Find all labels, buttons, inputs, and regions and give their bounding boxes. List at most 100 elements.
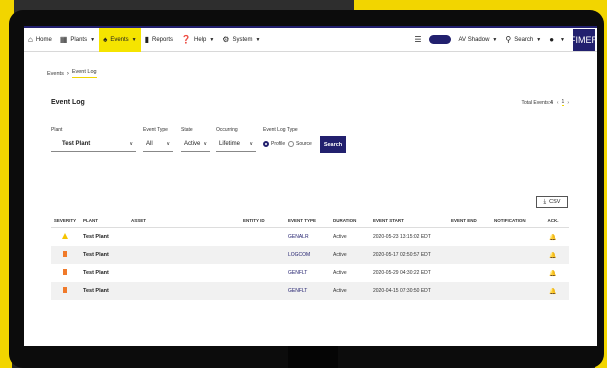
chevron-down-icon: ∨ bbox=[129, 141, 133, 147]
user-shadow-dropdown[interactable]: AV Shadow ▼ bbox=[455, 28, 502, 52]
current-page[interactable]: 1 bbox=[561, 99, 565, 106]
table-row[interactable]: Test Plant GENFLT Active 2020-05-29 04:30:2… bbox=[51, 264, 569, 282]
warning-icon bbox=[62, 233, 68, 239]
column-header[interactable]: NOTIFICATION bbox=[490, 218, 537, 223]
total-events-label: Total Events: bbox=[521, 99, 551, 106]
radio-source-label: Source bbox=[296, 141, 312, 147]
download-icon: ⤓ bbox=[543, 198, 547, 205]
menu-icon[interactable]: ☰ bbox=[410, 28, 428, 52]
chevron-down-icon: ∨ bbox=[249, 141, 253, 147]
monitor-stand bbox=[288, 346, 338, 368]
bell-icon[interactable]: 🔔 bbox=[549, 289, 556, 295]
nav-item-home[interactable]: ⌂ Home bbox=[24, 28, 56, 52]
cell-event-type[interactable]: GENALR bbox=[284, 234, 329, 240]
fault-icon bbox=[63, 269, 67, 275]
cell-plant: Test Plant bbox=[83, 288, 109, 294]
column-header[interactable]: ACK. bbox=[537, 218, 569, 223]
ack-cell[interactable]: 🔔 bbox=[537, 270, 569, 277]
column-header[interactable]: ASSET bbox=[127, 218, 239, 223]
cell-event-start: 2020-05-23 13:15:02 EDT bbox=[373, 234, 431, 240]
severity-cell bbox=[51, 251, 79, 259]
help-icon: ❓ bbox=[181, 35, 191, 44]
table-header: SEVERITY PLANT ASSET ENTITY ID EVENT TYPE DUR… bbox=[51, 214, 569, 228]
column-header[interactable]: DURATION bbox=[329, 218, 369, 223]
column-header[interactable]: ENTITY ID bbox=[239, 218, 284, 223]
user-icon: ● bbox=[549, 35, 555, 44]
nav-item-label: Reports bbox=[152, 36, 174, 43]
breadcrumb-events-link[interactable]: Events bbox=[47, 71, 64, 77]
nav-item-system[interactable]: ⚙ System ▼ bbox=[218, 28, 264, 52]
reports-icon: ▮ bbox=[144, 35, 150, 44]
cell-event-type[interactable]: GENFLT bbox=[284, 270, 329, 276]
severity-cell bbox=[51, 269, 79, 277]
table-row[interactable]: Test Plant GENALR Active 2020-05-23 13:15:0… bbox=[51, 228, 569, 246]
cell-event-start: 2020-05-17 02:50:57 EDT bbox=[373, 252, 431, 258]
severity-cell bbox=[51, 233, 79, 241]
user-account-dropdown[interactable]: ● ▼ bbox=[545, 28, 569, 52]
search-button[interactable]: Search bbox=[320, 136, 346, 153]
nav-item-reports[interactable]: ▮ Reports bbox=[141, 28, 177, 52]
event-table: SEVERITY PLANT ASSET ENTITY ID EVENT TYPE DUR… bbox=[51, 214, 569, 300]
nav-item-label: System bbox=[232, 36, 253, 43]
cell-plant: Test Plant bbox=[83, 234, 109, 240]
state-select-value: Active bbox=[184, 141, 201, 147]
system-icon: ⚙ bbox=[222, 35, 230, 44]
radio-profile-label: Profile bbox=[271, 141, 286, 147]
plant-filter-label: Plant bbox=[51, 127, 63, 133]
column-header[interactable]: SEVERITY bbox=[51, 218, 79, 223]
csv-export-button[interactable]: ⤓ CSV bbox=[536, 196, 568, 208]
plant-select[interactable]: Test Plant ∨ bbox=[51, 137, 136, 152]
chevron-down-icon: ▼ bbox=[255, 36, 261, 43]
bell-icon[interactable]: 🔔 bbox=[549, 253, 556, 259]
cell-plant: Test Plant bbox=[83, 252, 109, 258]
events-icon: ♠ bbox=[103, 35, 108, 44]
cell-event-type[interactable]: LOGCOM bbox=[284, 252, 329, 258]
event-type-filter-label: Event Type bbox=[143, 127, 168, 133]
home-icon: ⌂ bbox=[28, 35, 33, 44]
ack-cell[interactable]: 🔔 bbox=[537, 288, 569, 295]
next-page-button[interactable]: › bbox=[567, 100, 569, 106]
chevron-right-icon: › bbox=[66, 70, 69, 77]
column-header[interactable]: PLANT bbox=[79, 218, 127, 223]
radio-source[interactable]: Source bbox=[288, 141, 312, 147]
chevron-down-icon: ▼ bbox=[560, 36, 565, 43]
column-header[interactable]: EVENT TYPE bbox=[284, 218, 329, 223]
event-type-select[interactable]: All ∨ bbox=[143, 137, 173, 152]
nav-item-plants[interactable]: ▦ Plants ▼ bbox=[56, 28, 99, 52]
radio-profile-dot bbox=[263, 141, 269, 147]
fault-icon bbox=[63, 287, 67, 293]
ack-cell[interactable]: 🔔 bbox=[537, 252, 569, 259]
pagination: Total Events: 4 ‹ 1 › bbox=[521, 99, 569, 106]
state-select[interactable]: Active ∨ bbox=[181, 137, 210, 152]
state-filter-label: State bbox=[181, 127, 193, 133]
column-header[interactable]: EVENT END bbox=[447, 218, 490, 223]
search-label: Search bbox=[514, 36, 534, 43]
chevron-down-icon: ▼ bbox=[90, 36, 96, 43]
ack-cell[interactable]: 🔔 bbox=[537, 234, 569, 241]
nav-item-events[interactable]: ♠ Events ▼ bbox=[99, 27, 141, 52]
prev-page-button[interactable]: ‹ bbox=[557, 100, 559, 106]
nav-item-label: Home bbox=[35, 36, 52, 43]
top-navigation: ⌂ Home ▦ Plants ▼ ♠ Events ▼ ▮ Reports ❓ Help ▼ ⚙ Syst… bbox=[24, 26, 597, 52]
csv-label: CSV bbox=[549, 199, 561, 205]
radio-profile[interactable]: Profile bbox=[263, 141, 285, 147]
table-row[interactable]: Test Plant GENFLT Active 2020-04-15 07:30:5… bbox=[51, 282, 569, 300]
shadow-toggle[interactable] bbox=[428, 35, 451, 44]
cell-event-type[interactable]: GENFLT bbox=[284, 288, 329, 294]
search-dropdown[interactable]: ⚲ Search ▼ bbox=[501, 28, 545, 52]
bell-icon[interactable]: 🔔 bbox=[549, 271, 556, 277]
occurring-select[interactable]: Lifetime ∨ bbox=[216, 137, 256, 152]
photo-scene: ⌂ Home ▦ Plants ▼ ♠ Events ▼ ▮ Reports ❓ Help ▼ ⚙ Syst… bbox=[0, 0, 607, 368]
nav-item-help[interactable]: ❓ Help ▼ bbox=[177, 28, 218, 52]
chevron-down-icon: ∨ bbox=[166, 141, 170, 147]
search-icon: ⚲ bbox=[505, 35, 512, 44]
column-header[interactable]: EVENT START bbox=[369, 218, 447, 223]
brand-logo: FIMER bbox=[570, 28, 597, 51]
app-screen: ⌂ Home ▦ Plants ▼ ♠ Events ▼ ▮ Reports ❓ Help ▼ ⚙ Syst… bbox=[24, 26, 597, 346]
cell-duration: Active bbox=[333, 252, 347, 258]
table-row[interactable]: Test Plant LOGCOM Active 2020-05-17 02:50:5… bbox=[51, 246, 569, 264]
chevron-down-icon: ▼ bbox=[131, 36, 137, 43]
user-shadow-label: AV Shadow bbox=[458, 36, 490, 43]
cell-duration: Active bbox=[333, 234, 347, 240]
bell-icon[interactable]: 🔔 bbox=[549, 235, 556, 241]
